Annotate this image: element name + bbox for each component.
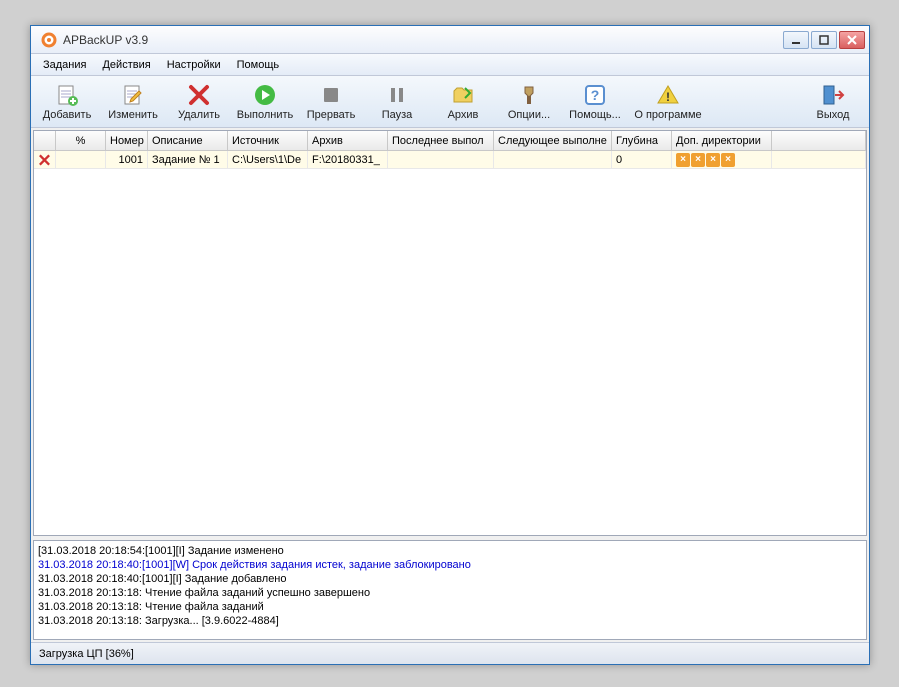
status-text: Загрузка ЦП [36%] bbox=[39, 648, 134, 660]
cell-lastrun bbox=[388, 151, 494, 168]
maximize-button[interactable] bbox=[811, 31, 837, 49]
log-line: 31.03.2018 20:13:18: Чтение файла задани… bbox=[38, 600, 862, 614]
close-button[interactable] bbox=[839, 31, 865, 49]
error-icon bbox=[38, 153, 51, 167]
statusbar: Загрузка ЦП [36%] bbox=[31, 642, 869, 664]
minimize-button[interactable] bbox=[783, 31, 809, 49]
cell-archive: F:\20180331_ bbox=[308, 151, 388, 168]
menu-tasks[interactable]: Задания bbox=[35, 56, 94, 74]
cell-nextrun bbox=[494, 151, 612, 168]
col-source[interactable]: Источник bbox=[228, 131, 308, 150]
window-title: APBackUP v3.9 bbox=[63, 33, 783, 47]
delete-label: Удалить bbox=[178, 109, 220, 121]
delete-icon bbox=[187, 83, 211, 107]
col-nextrun[interactable]: Следующее выполне bbox=[494, 131, 612, 150]
menu-actions[interactable]: Действия bbox=[94, 56, 158, 74]
cell-percent bbox=[56, 151, 106, 168]
edit-label: Изменить bbox=[108, 109, 158, 121]
cell-depth: 0 bbox=[612, 151, 672, 168]
window-controls bbox=[783, 31, 865, 49]
help-label: Помощь... bbox=[569, 109, 621, 121]
options-button[interactable]: Опции... bbox=[497, 78, 561, 126]
log-pane[interactable]: [31.03.2018 20:18:54:[1001][I] Задание и… bbox=[33, 540, 867, 640]
log-line: 31.03.2018 20:13:18: Загрузка... [3.9.60… bbox=[38, 614, 862, 628]
col-description[interactable]: Описание bbox=[148, 131, 228, 150]
grid-header: % Номер Описание Источник Архив Последне… bbox=[34, 131, 866, 151]
pause-icon bbox=[385, 83, 409, 107]
menubar: Задания Действия Настройки Помощь bbox=[31, 54, 869, 76]
task-grid: % Номер Описание Источник Архив Последне… bbox=[33, 130, 867, 536]
svg-text:?: ? bbox=[591, 87, 600, 103]
stop-icon bbox=[319, 83, 343, 107]
cell-number: 1001 bbox=[106, 151, 148, 168]
col-lastrun[interactable]: Последнее выпол bbox=[388, 131, 494, 150]
log-line: 31.03.2018 20:18:40:[1001][W] Срок дейст… bbox=[38, 558, 862, 572]
exit-icon bbox=[821, 83, 845, 107]
log-line: [31.03.2018 20:18:54:[1001][I] Задание и… bbox=[38, 544, 862, 558]
col-adddirs[interactable]: Доп. директории bbox=[672, 131, 772, 150]
cell-description: Задание № 1 bbox=[148, 151, 228, 168]
stop-button[interactable]: Прервать bbox=[299, 78, 363, 126]
dir-flags-icon: ×××× bbox=[676, 153, 735, 167]
add-label: Добавить bbox=[43, 109, 92, 121]
toolbar: Добавить Изменить Удалить Выполнить Прер… bbox=[31, 76, 869, 128]
col-archive[interactable]: Архив bbox=[308, 131, 388, 150]
add-button[interactable]: Добавить bbox=[35, 78, 99, 126]
svg-text:!: ! bbox=[666, 90, 670, 104]
run-button[interactable]: Выполнить bbox=[233, 78, 297, 126]
main-window: APBackUP v3.9 Задания Действия Настройки… bbox=[30, 25, 870, 665]
exit-label: Выход bbox=[817, 109, 850, 121]
cell-status bbox=[34, 151, 56, 168]
run-label: Выполнить bbox=[237, 109, 293, 121]
about-button[interactable]: ! О программе bbox=[629, 78, 707, 126]
archive-label: Архив bbox=[448, 109, 479, 121]
log-line: 31.03.2018 20:13:18: Чтение файла задани… bbox=[38, 586, 862, 600]
about-icon: ! bbox=[656, 83, 680, 107]
cell-adddirs: ×××× bbox=[672, 151, 772, 168]
menu-settings[interactable]: Настройки bbox=[159, 56, 229, 74]
help-icon: ? bbox=[583, 83, 607, 107]
exit-button[interactable]: Выход bbox=[801, 78, 865, 126]
col-number[interactable]: Номер bbox=[106, 131, 148, 150]
archive-icon bbox=[451, 83, 475, 107]
titlebar[interactable]: APBackUP v3.9 bbox=[31, 26, 869, 54]
edit-icon bbox=[121, 83, 145, 107]
col-spacer bbox=[772, 131, 866, 150]
about-label: О программе bbox=[634, 109, 701, 121]
delete-button[interactable]: Удалить bbox=[167, 78, 231, 126]
col-depth[interactable]: Глубина bbox=[612, 131, 672, 150]
run-icon bbox=[253, 83, 277, 107]
stop-label: Прервать bbox=[307, 109, 356, 121]
menu-help[interactable]: Помощь bbox=[229, 56, 288, 74]
grid-body[interactable]: 1001 Задание № 1 C:\Users\1\De F:\201803… bbox=[34, 151, 866, 535]
options-icon bbox=[517, 83, 541, 107]
log-line: 31.03.2018 20:18:40:[1001][I] Задание до… bbox=[38, 572, 862, 586]
cell-source: C:\Users\1\De bbox=[228, 151, 308, 168]
archive-button[interactable]: Архив bbox=[431, 78, 495, 126]
table-row[interactable]: 1001 Задание № 1 C:\Users\1\De F:\201803… bbox=[34, 151, 866, 169]
add-icon bbox=[55, 83, 79, 107]
col-percent[interactable]: % bbox=[56, 131, 106, 150]
app-icon bbox=[41, 32, 57, 48]
pause-label: Пауза bbox=[382, 109, 413, 121]
col-status[interactable] bbox=[34, 131, 56, 150]
edit-button[interactable]: Изменить bbox=[101, 78, 165, 126]
pause-button[interactable]: Пауза bbox=[365, 78, 429, 126]
options-label: Опции... bbox=[508, 109, 550, 121]
help-button[interactable]: ? Помощь... bbox=[563, 78, 627, 126]
